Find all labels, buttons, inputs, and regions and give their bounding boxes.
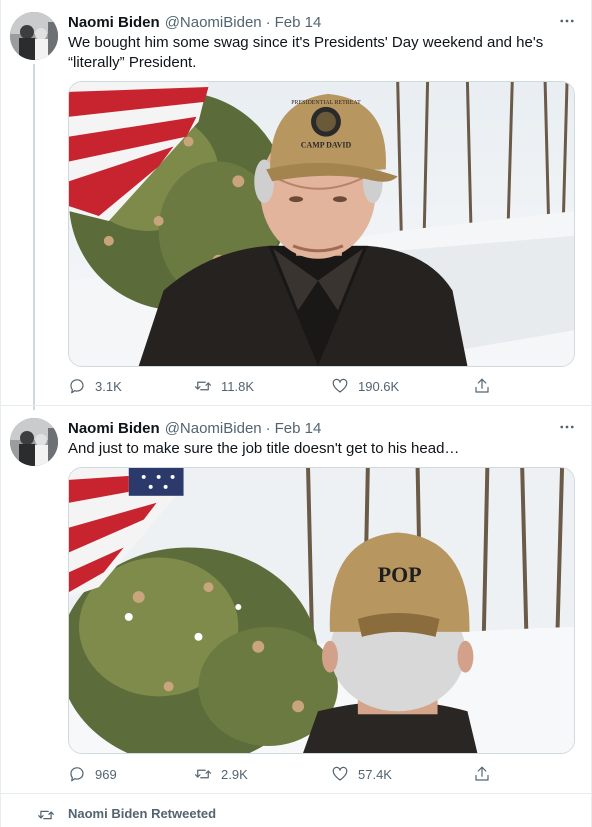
retweet-arrows-icon: [194, 769, 212, 779]
reply-button[interactable]: 969: [68, 764, 117, 784]
tweet-actions: 969 2.9K 57.4K: [68, 764, 508, 784]
retweet-button[interactable]: 2.9K: [194, 764, 248, 784]
tweet-text: And just to make sure the job title does…: [68, 440, 460, 457]
author-handle[interactable]: @NaomiBiden: [165, 14, 262, 31]
more-horizontal-icon: [560, 425, 574, 429]
author-name[interactable]: Naomi Biden: [68, 420, 160, 437]
like-count: 190.6K: [358, 378, 400, 394]
thread-connector-line: [33, 64, 35, 410]
like-count: 57.4K: [358, 766, 392, 782]
timeline-column: Naomi Biden @NaomiBiden · Feb 14 We boug…: [0, 0, 592, 827]
reply-bubble-icon: [70, 767, 84, 782]
cap-text: POP: [378, 563, 422, 587]
tweet-header: Naomi Biden @NaomiBiden · Feb 14: [68, 12, 321, 32]
tweet-header: Naomi Biden @NaomiBiden · Feb 14: [68, 418, 321, 438]
reply-button[interactable]: 3.1K: [68, 376, 122, 396]
avatar[interactable]: [10, 418, 58, 466]
share-button[interactable]: [473, 376, 491, 396]
retweet-banner[interactable]: Naomi Biden Retweeted: [1, 794, 592, 827]
tweet-photo[interactable]: PRESIDENTIAL RETREAT CAMP DAVID: [68, 81, 575, 367]
more-button[interactable]: [553, 418, 581, 436]
reply-count: 969: [95, 766, 117, 782]
cap-text: CAMP DAVID: [301, 141, 352, 150]
share-upload-icon: [475, 766, 489, 781]
like-button[interactable]: 190.6K: [331, 376, 399, 396]
header-separator: ·: [265, 13, 271, 31]
author-name[interactable]: Naomi Biden: [68, 14, 160, 31]
heart-icon: [332, 378, 348, 393]
avatar[interactable]: [10, 12, 58, 60]
tweet-2[interactable]: Naomi Biden @NaomiBiden · Feb 14 And jus…: [1, 406, 592, 792]
tweet-photo[interactable]: POP: [68, 467, 575, 754]
retweet-count: 2.9K: [221, 766, 248, 782]
reply-bubble-icon: [70, 379, 84, 394]
heart-icon: [332, 766, 348, 781]
tweet-date[interactable]: Feb 14: [275, 420, 322, 437]
header-separator: ·: [265, 419, 271, 437]
cap-seal-text: PRESIDENTIAL RETREAT: [291, 100, 361, 106]
retweet-banner-text[interactable]: Naomi Biden Retweeted: [68, 806, 216, 821]
retweet-arrows-icon: [194, 381, 212, 391]
like-button[interactable]: 57.4K: [331, 764, 392, 784]
tweet-date[interactable]: Feb 14: [275, 14, 322, 31]
retweet-arrows-icon: [37, 807, 55, 823]
share-button[interactable]: [473, 764, 491, 784]
more-button[interactable]: [553, 12, 581, 30]
author-handle[interactable]: @NaomiBiden: [165, 420, 262, 437]
retweet-button[interactable]: 11.8K: [194, 376, 254, 396]
tweet-1[interactable]: Naomi Biden @NaomiBiden · Feb 14 We boug…: [1, 0, 592, 410]
tweet-actions: 3.1K 11.8K 190.6K: [68, 376, 508, 396]
share-upload-icon: [475, 378, 489, 393]
reply-count: 3.1K: [95, 378, 122, 394]
more-horizontal-icon: [560, 19, 574, 23]
retweet-count: 11.8K: [221, 378, 255, 394]
tweet-text: We bought him some swag since it's Presi…: [68, 34, 544, 71]
